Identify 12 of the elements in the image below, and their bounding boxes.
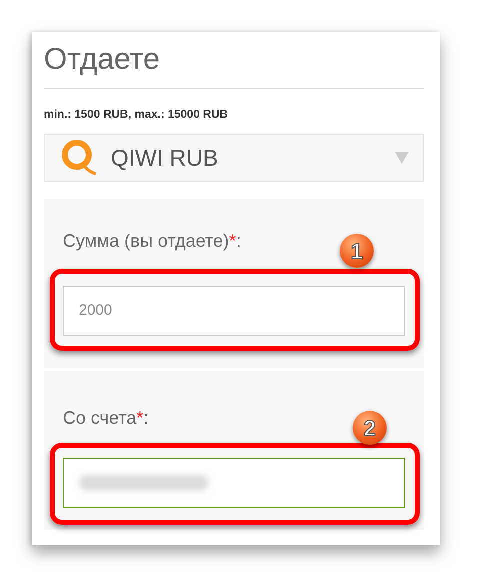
limits-text: min.: 1500 RUB, max.: 15000 RUB [44, 108, 230, 123]
section-title: Отдаете [44, 42, 162, 78]
input-field[interactable] [63, 458, 405, 508]
currency-select[interactable]: QIWI RUB [44, 134, 424, 182]
select-value: QIWI RUB [111, 144, 218, 173]
field-label: Со счета*: [63, 407, 149, 430]
input-field[interactable]: 2000 [63, 286, 405, 336]
step-number-badge: 1 [340, 234, 374, 268]
field-label: Сумма (вы отдаете)*: [63, 230, 242, 254]
step-number-badge: 2 [353, 411, 387, 446]
q-logo-icon [61, 139, 97, 178]
dropdown-arrow-icon [395, 152, 409, 164]
